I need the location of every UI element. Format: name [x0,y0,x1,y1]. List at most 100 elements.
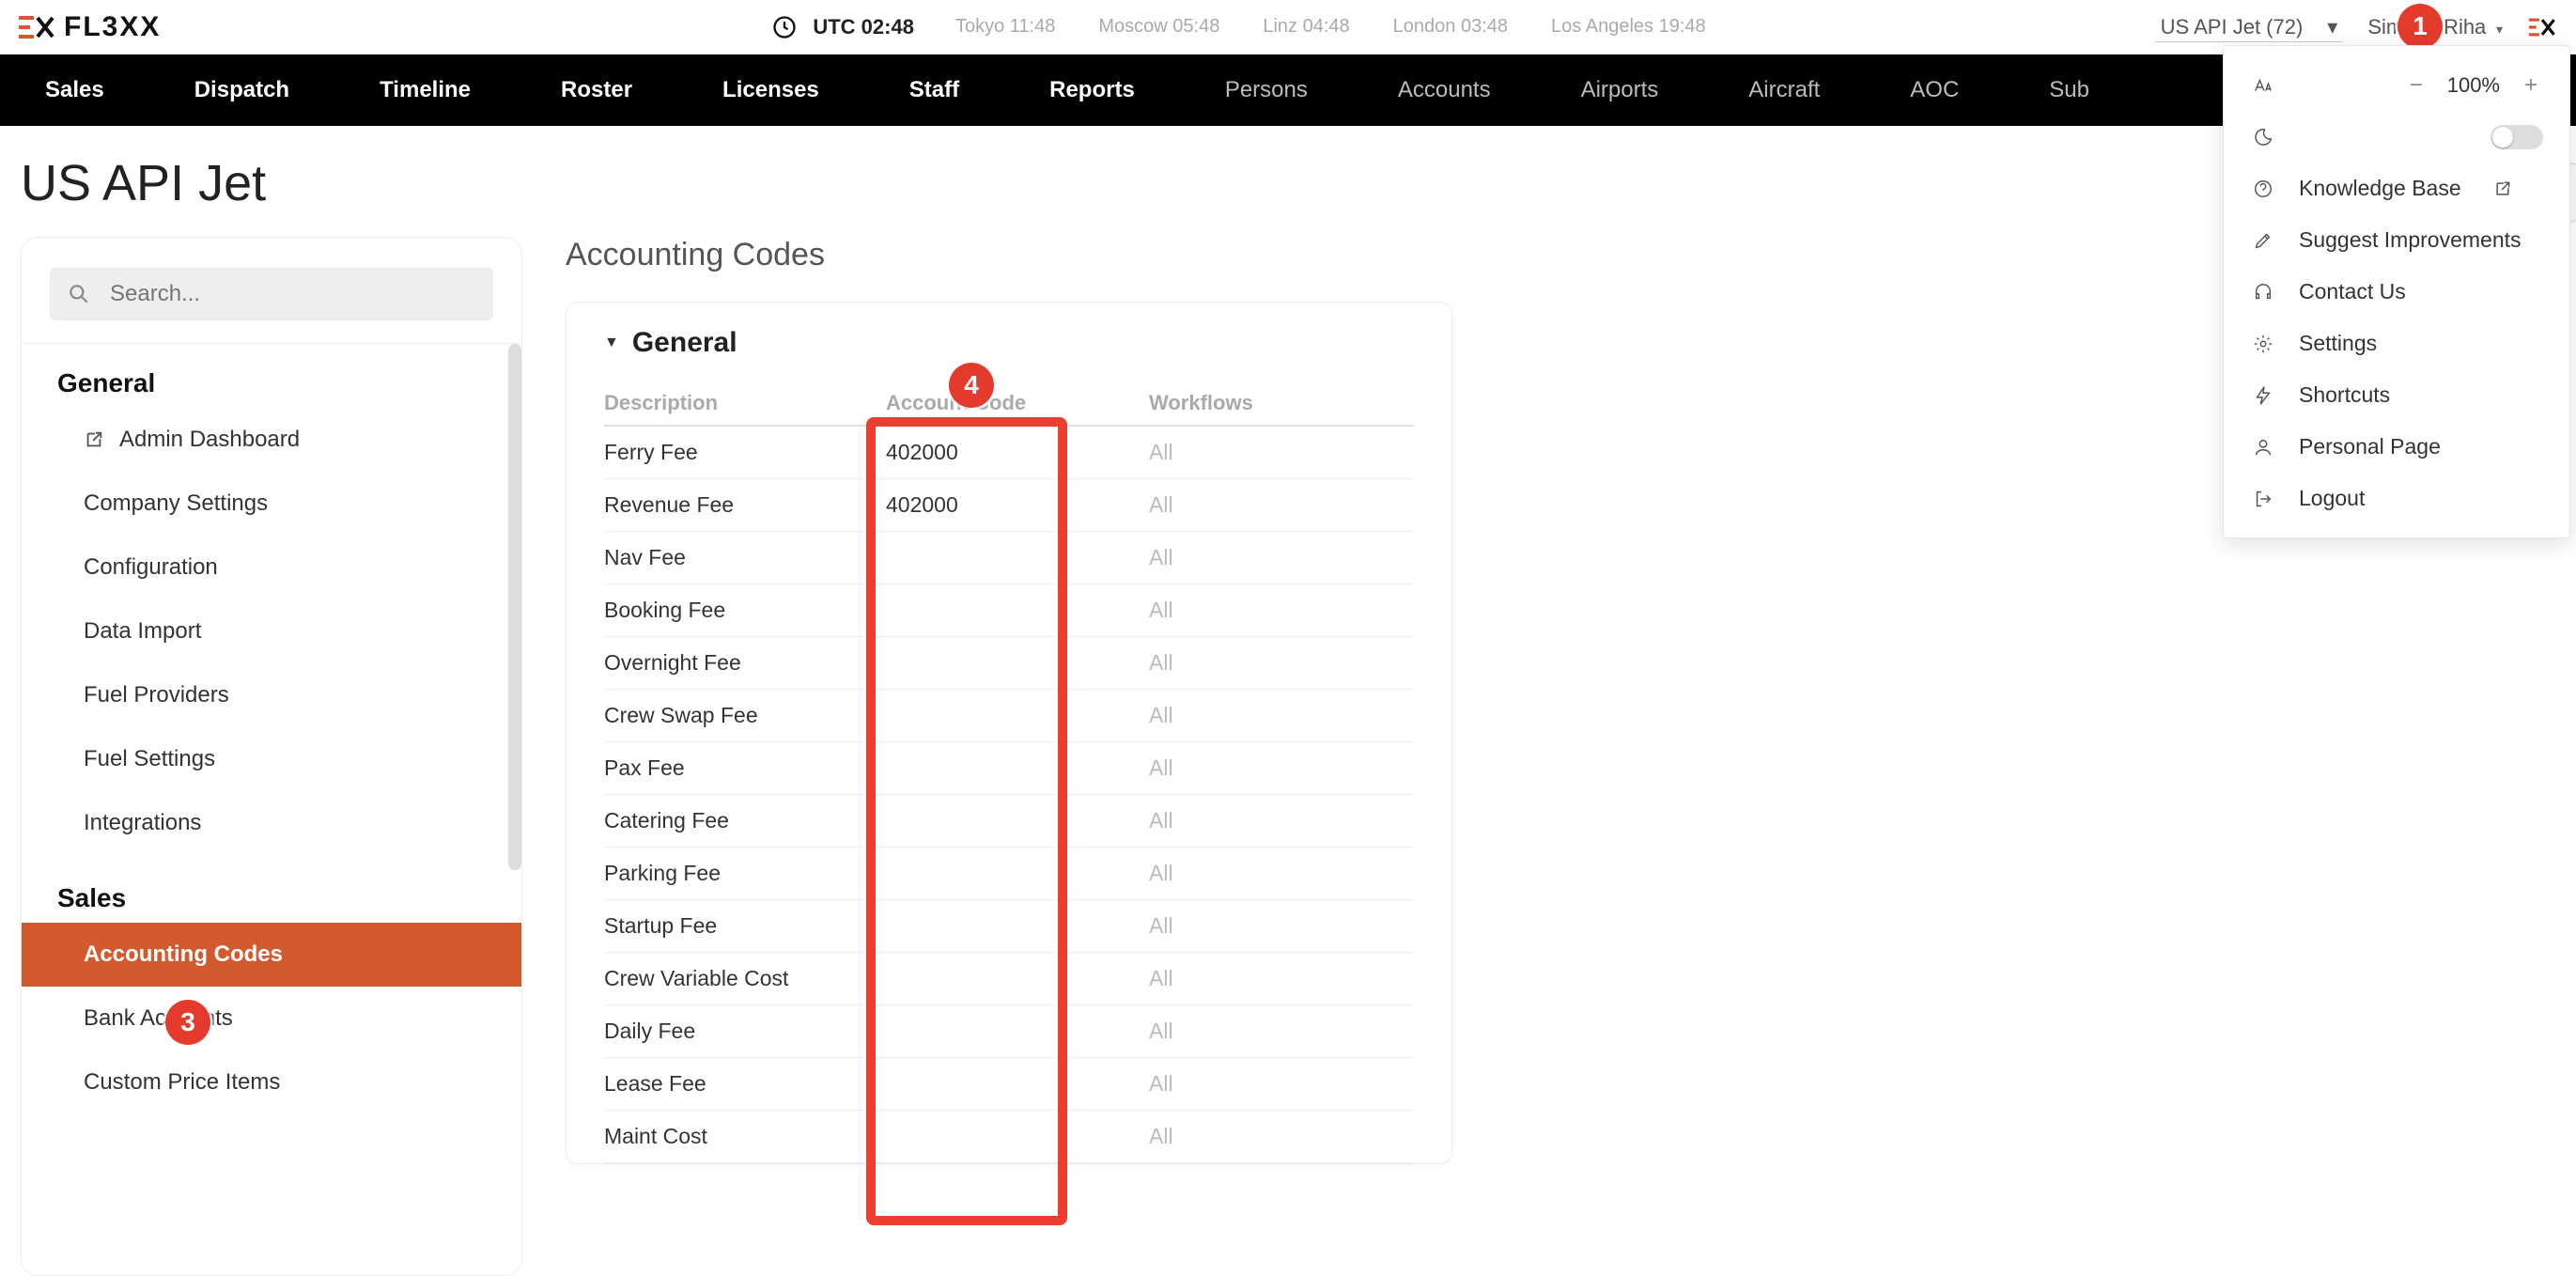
nav-staff[interactable]: Staff [864,77,1004,103]
dark-mode-toggle[interactable] [2491,125,2543,149]
nav-accounts[interactable]: Accounts [1353,77,1536,103]
cell-account-code[interactable] [886,742,1149,795]
cell-description: Crew Swap Fee [604,690,886,742]
cell-workflows[interactable]: All [1149,1005,1414,1058]
cell-account-code[interactable] [886,1058,1149,1111]
cell-account-code[interactable] [886,953,1149,1005]
table-row[interactable]: Booking Fee All [604,584,1414,637]
cell-workflows[interactable]: All [1149,795,1414,848]
cell-workflows[interactable]: All [1149,900,1414,953]
sidebar-heading-sales[interactable]: Sales [57,883,486,913]
clock: UTC 02:48 Tokyo 11:48 Moscow 05:48 Linz … [771,14,1705,40]
cell-workflows[interactable]: All [1149,584,1414,637]
table-row[interactable]: Daily Fee All [604,1005,1414,1058]
nav-dispatch[interactable]: Dispatch [149,77,334,103]
cell-workflows[interactable]: All [1149,1111,1414,1163]
nav-sales[interactable]: Sales [0,77,149,103]
sidebar-scrollbar[interactable] [508,344,521,870]
cell-workflows[interactable]: All [1149,742,1414,795]
person-icon [2250,437,2276,458]
nav-reports[interactable]: Reports [1004,77,1180,103]
dark-mode-row[interactable] [2224,112,2569,163]
callout-4: 4 [949,363,994,408]
sidebar-item-data-import[interactable]: Data Import [57,599,486,663]
cell-account-code[interactable] [886,900,1149,953]
table-row[interactable]: Crew Variable Cost All [604,953,1414,1005]
cell-workflows[interactable]: All [1149,953,1414,1005]
brand-logo[interactable]: FL3XX [17,11,161,43]
table-row[interactable]: Lease FeeAll [604,1058,1414,1111]
menu-settings[interactable]: Settings [2224,318,2569,369]
menu-personal-page[interactable]: Personal Page [2224,421,2569,473]
nav-aoc[interactable]: AOC [1865,77,2004,103]
nav-airports[interactable]: Airports [1536,77,1704,103]
sidebar-item-integrations[interactable]: Integrations [57,791,486,855]
table-row[interactable]: Revenue Fee402000All [604,479,1414,532]
menu-shortcuts[interactable]: Shortcuts [2224,369,2569,421]
sidebar-item-admin-dashboard[interactable]: Admin Dashboard [57,408,486,472]
cell-workflows[interactable]: All [1149,848,1414,900]
cell-account-code[interactable] [886,795,1149,848]
cell-workflows[interactable]: All [1149,1058,1414,1111]
table-row[interactable]: Parking FeeAll [604,848,1414,900]
sidebar-item-custom-price-items[interactable]: Custom Price Items [57,1050,486,1114]
cell-workflows[interactable]: All [1149,532,1414,584]
zoom-out-button[interactable]: − [2404,72,2429,99]
cell-account-code[interactable] [886,584,1149,637]
cell-workflows[interactable]: All [1149,426,1414,479]
table-row[interactable]: Crew Swap Fee All [604,690,1414,742]
accounting-codes-table: Description Account Code Workflows Ferry… [604,381,1414,1163]
menu-suggest-improvements[interactable]: Suggest Improvements [2224,214,2569,266]
menu-contact-us[interactable]: Contact Us [2224,266,2569,318]
account-switcher[interactable]: US API Jet (72) ▾ [2155,13,2344,42]
cell-account-code[interactable] [886,637,1149,690]
table-row[interactable]: Catering FeeAll [604,795,1414,848]
nav-aircraft[interactable]: Aircraft [1703,77,1865,103]
sidebar-heading-general[interactable]: General [57,368,486,398]
sidebar-item-label: Integrations [84,810,201,836]
cell-account-code[interactable]: 402000 [886,479,1149,532]
cell-workflows[interactable]: All [1149,690,1414,742]
nav-roster[interactable]: Roster [516,77,677,103]
zoom-in-button[interactable]: + [2519,72,2543,99]
cell-workflows[interactable]: All [1149,479,1414,532]
sidebar-item-company-settings[interactable]: Company Settings [57,472,486,536]
sidebar-item-bank-accounts[interactable]: Bank Accounts [57,987,486,1050]
cell-account-code[interactable] [886,848,1149,900]
nav-sub[interactable]: Sub [2004,77,2134,103]
sidebar-item-fuel-providers[interactable]: Fuel Providers [57,663,486,727]
cell-workflows[interactable]: All [1149,637,1414,690]
menu-knowledge-base[interactable]: Knowledge Base [2224,163,2569,214]
nav-timeline[interactable]: Timeline [334,77,516,103]
nav-licenses[interactable]: Licenses [677,77,864,103]
cell-account-code[interactable] [886,1005,1149,1058]
cell-account-code[interactable] [886,690,1149,742]
sidebar-item-accounting-codes[interactable]: Accounting Codes [22,923,521,987]
table-row[interactable]: Maint CostAll [604,1111,1414,1163]
card-header-general[interactable]: ▼ General [604,327,1414,359]
search-icon [67,282,91,306]
table-row[interactable]: Startup FeeAll [604,900,1414,953]
search-input[interactable] [110,281,476,307]
tz-linz: Linz 04:48 [1263,16,1349,38]
cell-account-code[interactable] [886,1111,1149,1163]
table-row[interactable]: Overnight FeeAll [604,637,1414,690]
menu-label: Logout [2299,486,2365,511]
table-row[interactable]: Ferry Fee402000All [604,426,1414,479]
table-row[interactable]: Nav Fee All [604,532,1414,584]
cell-description: Nav Fee [604,532,886,584]
nav-persons[interactable]: Persons [1180,77,1353,103]
sidebar-item-configuration[interactable]: Configuration [57,536,486,599]
col-account-code: Account Code [886,381,1149,426]
cell-account-code[interactable]: 402000 [886,426,1149,479]
table-row[interactable]: Pax FeeAll [604,742,1414,795]
sidebar-item-fuel-settings[interactable]: Fuel Settings [57,727,486,791]
menu-label: Personal Page [2299,434,2441,459]
cell-description: Daily Fee [604,1005,886,1058]
menu-logout[interactable]: Logout [2224,473,2569,524]
brand-mini-icon[interactable] [2527,17,2557,38]
cell-description: Crew Variable Cost [604,953,886,1005]
sidebar-search[interactable] [50,268,493,320]
cell-description: Booking Fee [604,584,886,637]
cell-account-code[interactable] [886,532,1149,584]
